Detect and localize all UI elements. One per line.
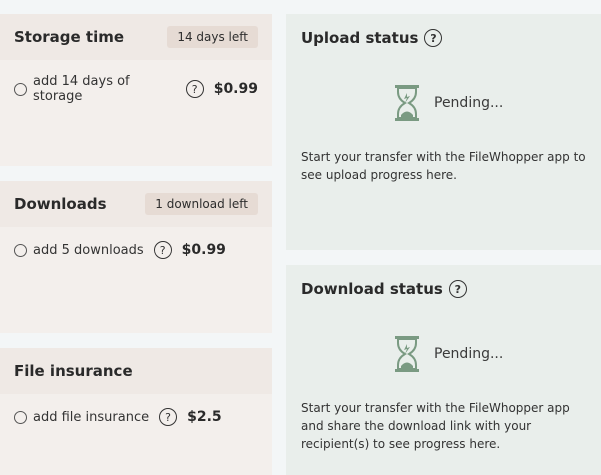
insurance-option[interactable]: add file insurance ? $2.5 <box>0 408 272 426</box>
downloads-badge: 1 download left <box>145 193 258 215</box>
downloads-header: Downloads 1 download left <box>0 181 272 227</box>
upload-status-heading: Upload status ? <box>301 29 443 47</box>
file-insurance-card: File insurance add file insurance ? $2.5 <box>0 348 272 475</box>
storage-option-label: add 14 days of storage <box>33 74 130 104</box>
downloads-radio[interactable] <box>14 243 27 257</box>
download-pending: Pending... <box>394 335 503 373</box>
file-insurance-header: File insurance <box>0 348 272 394</box>
question-circle-icon[interactable]: ? <box>153 241 172 259</box>
upload-pending-text: Pending... <box>434 95 504 111</box>
storage-time-card: Storage time 14 days left add 14 days of… <box>0 14 272 166</box>
question-circle-icon[interactable]: ? <box>448 280 467 298</box>
upload-status-panel: Upload status ? Pending... Start your tr… <box>286 14 601 250</box>
download-status-panel: Download status ? Pending... Start your … <box>286 265 601 475</box>
hourglass-icon <box>395 336 419 372</box>
insurance-radio[interactable] <box>14 410 27 424</box>
download-status-heading: Download status ? <box>301 280 467 298</box>
storage-time-badge: 14 days left <box>167 26 258 48</box>
download-status-title: Download status <box>301 280 443 298</box>
download-pending-text: Pending... <box>434 346 504 362</box>
downloads-price: $0.99 <box>181 242 226 258</box>
question-circle-icon[interactable]: ? <box>159 408 178 426</box>
upload-status-title: Upload status <box>301 29 419 47</box>
file-insurance-title: File insurance <box>14 362 133 380</box>
storage-time-header: Storage time 14 days left <box>0 14 272 60</box>
download-status-description: Start your transfer with the FileWhopper… <box>301 401 570 451</box>
upload-status-description: Start your transfer with the FileWhopper… <box>301 150 586 182</box>
insurance-option-label: add file insurance <box>33 409 150 425</box>
storage-time-title: Storage time <box>14 28 125 46</box>
downloads-title: Downloads <box>14 195 107 213</box>
hourglass-icon <box>395 85 419 121</box>
question-circle-icon[interactable]: ? <box>424 29 443 47</box>
storage-price: $0.99 <box>213 81 258 97</box>
downloads-option[interactable]: add 5 downloads ? $0.99 <box>0 241 272 259</box>
question-circle-icon[interactable]: ? <box>185 80 204 98</box>
downloads-card: Downloads 1 download left add 5 download… <box>0 181 272 333</box>
upload-pending: Pending... <box>394 84 503 122</box>
storage-option[interactable]: add 14 days of storage ? $0.99 <box>0 74 272 104</box>
downloads-option-label: add 5 downloads <box>33 242 144 258</box>
storage-radio[interactable] <box>14 82 27 96</box>
insurance-price: $2.5 <box>187 409 222 425</box>
